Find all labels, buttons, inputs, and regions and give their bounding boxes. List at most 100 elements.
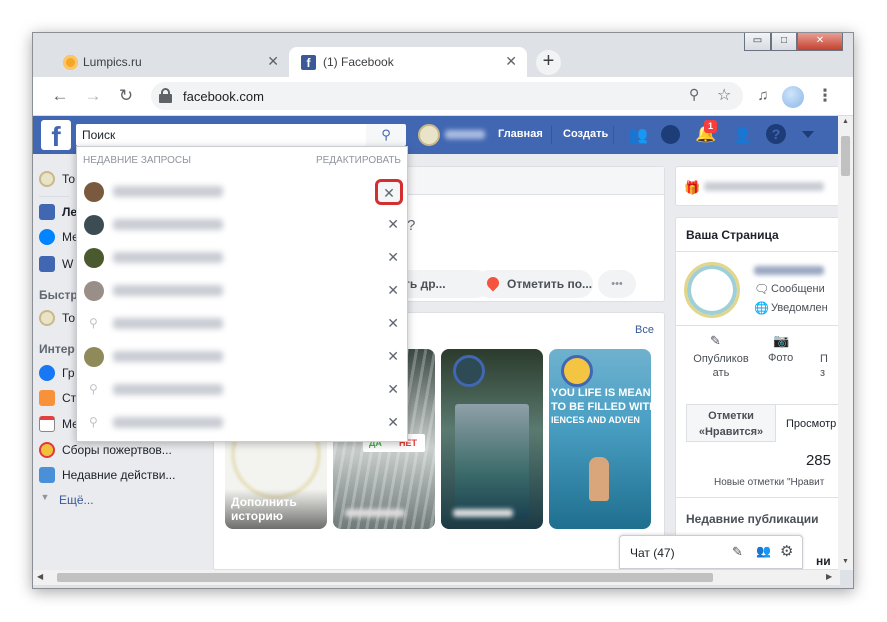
recent-search-item[interactable]: ⚲ ✕ xyxy=(77,375,407,405)
zoom-icon[interactable]: ⚲ xyxy=(689,86,699,103)
lumpics-favicon-icon xyxy=(63,55,78,70)
more-options-button[interactable]: ••• xyxy=(598,270,636,298)
sidebar-label: Ле xyxy=(62,205,78,219)
tag-friends-label: ть др... xyxy=(404,277,446,291)
tab-close-icon[interactable]: ✕ xyxy=(267,53,279,70)
recent-search-item[interactable]: ✕ xyxy=(77,243,407,273)
new-message-icon[interactable]: ✎ xyxy=(732,544,743,560)
search-placeholder: Поиск xyxy=(82,128,116,142)
help-icon[interactable]: ? xyxy=(766,124,786,144)
search-input[interactable]: Поиск xyxy=(76,124,366,146)
maximize-button[interactable]: □ xyxy=(771,33,797,51)
composer-prompt[interactable]: ? xyxy=(407,217,415,234)
menu-dots-icon[interactable]: ⋮ xyxy=(814,86,836,106)
media-control-icon[interactable]: ♫ xyxy=(752,86,774,106)
sidebar-section-explore: Интер xyxy=(39,342,75,356)
address-bar[interactable]: facebook.com ⚲ ☆ xyxy=(151,82,743,110)
remove-search-close-icon[interactable]: ✕ xyxy=(387,348,399,365)
story-text: YOU LIFE IS MEAN xyxy=(551,387,651,399)
person-figure xyxy=(589,457,609,501)
recent-search-item[interactable]: ✕ xyxy=(77,342,407,372)
sidebar-item-watch[interactable]: W xyxy=(39,256,73,272)
add-story-label: Дополнить историю xyxy=(231,495,297,523)
recent-search-item[interactable]: ⚲ ✕ xyxy=(77,408,407,438)
remove-search-close-icon[interactable]: ✕ xyxy=(387,282,399,299)
more-actions-button[interactable]: П з xyxy=(820,352,834,380)
profile-avatar[interactable] xyxy=(782,86,804,108)
vertical-scrollbar[interactable]: ▲ ▼ xyxy=(838,116,853,570)
forward-icon[interactable]: → xyxy=(82,86,104,106)
reload-icon[interactable]: ↻ xyxy=(115,86,137,106)
sidebar-item-recent-activity[interactable]: Недавние действи... xyxy=(39,467,175,483)
nav-create[interactable]: Создать xyxy=(563,128,608,140)
remove-search-close-icon[interactable]: ✕ xyxy=(387,315,399,332)
page-avatar[interactable] xyxy=(684,262,740,318)
messenger-icon xyxy=(39,229,55,245)
profile-icon xyxy=(39,171,55,187)
new-group-icon[interactable]: 👥 xyxy=(756,544,771,558)
quick-help-icon[interactable]: 👤 xyxy=(733,126,752,144)
likes-tab[interactable]: Отметки «Нравится» xyxy=(686,404,776,442)
check-in-button[interactable]: Отметить по... xyxy=(475,270,593,298)
account-menu-chevron-icon[interactable] xyxy=(802,131,814,138)
messenger-icon[interactable] xyxy=(661,125,680,144)
recent-search-item[interactable]: ✕ xyxy=(77,177,407,207)
edit-searches-link[interactable]: РЕДАКТИРОВАТЬ xyxy=(316,155,401,166)
remove-search-close-icon-highlighted[interactable]: ✕ xyxy=(375,179,403,205)
chat-label[interactable]: Чат (47) xyxy=(630,546,675,560)
see-all-stories-link[interactable]: Все xyxy=(635,324,654,336)
remove-search-close-icon[interactable]: ✕ xyxy=(387,381,399,398)
photo-button[interactable]: Фото xyxy=(768,352,793,364)
horizontal-scroll-thumb[interactable] xyxy=(57,573,713,582)
sidebar-item-news-feed[interactable]: Ле xyxy=(39,204,77,220)
back-icon[interactable]: ← xyxy=(49,86,71,106)
facebook-logo-icon[interactable]: f xyxy=(41,120,71,150)
remove-search-close-icon[interactable]: ✕ xyxy=(387,216,399,233)
recent-search-name-blurred xyxy=(113,285,223,296)
vertical-scroll-thumb[interactable] xyxy=(841,136,850,176)
user-name-blurred[interactable] xyxy=(445,130,485,139)
recent-search-item[interactable]: ✕ xyxy=(77,276,407,306)
remove-search-close-icon[interactable]: ✕ xyxy=(387,414,399,431)
sidebar-item-events[interactable]: Ме xyxy=(39,416,79,432)
sidebar-item-pages[interactable]: Ст xyxy=(39,390,76,406)
page-notifications-link[interactable]: Уведомлен xyxy=(771,302,828,314)
sidebar-item-profile[interactable]: То xyxy=(39,171,75,187)
horizontal-scrollbar[interactable]: ◀ ▶ xyxy=(33,570,840,585)
tab-lumpics[interactable]: Lumpics.ru ✕ xyxy=(49,47,289,77)
window-close-button[interactable]: ✕ xyxy=(797,33,843,51)
sidebar-item-profile-shortcut[interactable]: То xyxy=(39,310,75,326)
page-messages-link[interactable]: Сообщени xyxy=(771,283,825,295)
watch-icon xyxy=(39,256,55,272)
recent-search-item[interactable]: ⚲ ✕ xyxy=(77,309,407,339)
chat-settings-gear-icon[interactable]: ⚙ xyxy=(780,542,793,560)
sidebar-label: Ст xyxy=(62,391,77,405)
new-tab-button[interactable]: + xyxy=(536,50,561,75)
avatar xyxy=(84,347,104,367)
recent-search-item[interactable]: ✕ xyxy=(77,210,407,240)
minimize-button[interactable]: ▭ xyxy=(744,33,771,51)
facebook-favicon-icon: f xyxy=(301,55,316,70)
user-avatar[interactable] xyxy=(418,124,440,146)
publish-button[interactable]: Опубликов ать xyxy=(686,352,756,380)
tab-facebook[interactable]: f (1) Facebook ✕ xyxy=(289,47,527,77)
sidebar-item-messenger[interactable]: Ме xyxy=(39,229,79,245)
sidebar-item-more[interactable]: ▼ Ещё... xyxy=(39,492,94,508)
story-card[interactable] xyxy=(441,349,543,529)
friend-requests-icon[interactable]: 👥 xyxy=(628,125,648,145)
page-name-blurred[interactable] xyxy=(754,266,824,275)
story-card[interactable]: YOU LIFE IS MEAN TO BE FILLED WITH IENCE… xyxy=(549,349,651,529)
story-avatar xyxy=(561,355,593,387)
sidebar-item-fundraisers[interactable]: Сборы пожертвов... xyxy=(39,442,172,458)
sidebar-item-groups[interactable]: Гр xyxy=(39,365,75,381)
tab-title: Lumpics.ru xyxy=(83,55,142,69)
search-button[interactable]: ⚲ xyxy=(366,124,406,146)
sidebar-label: Гр xyxy=(62,366,75,380)
remove-search-close-icon[interactable]: ✕ xyxy=(387,249,399,266)
bookmark-star-icon[interactable]: ☆ xyxy=(717,85,731,105)
views-tab[interactable]: Просмотр xyxy=(776,404,840,442)
chat-bar[interactable]: Чат (47) ✎ 👥 ⚙ xyxy=(619,535,803,569)
nav-home[interactable]: Главная xyxy=(498,128,543,140)
tab-close-icon[interactable]: ✕ xyxy=(505,53,517,70)
tab-title: (1) Facebook xyxy=(323,55,394,69)
